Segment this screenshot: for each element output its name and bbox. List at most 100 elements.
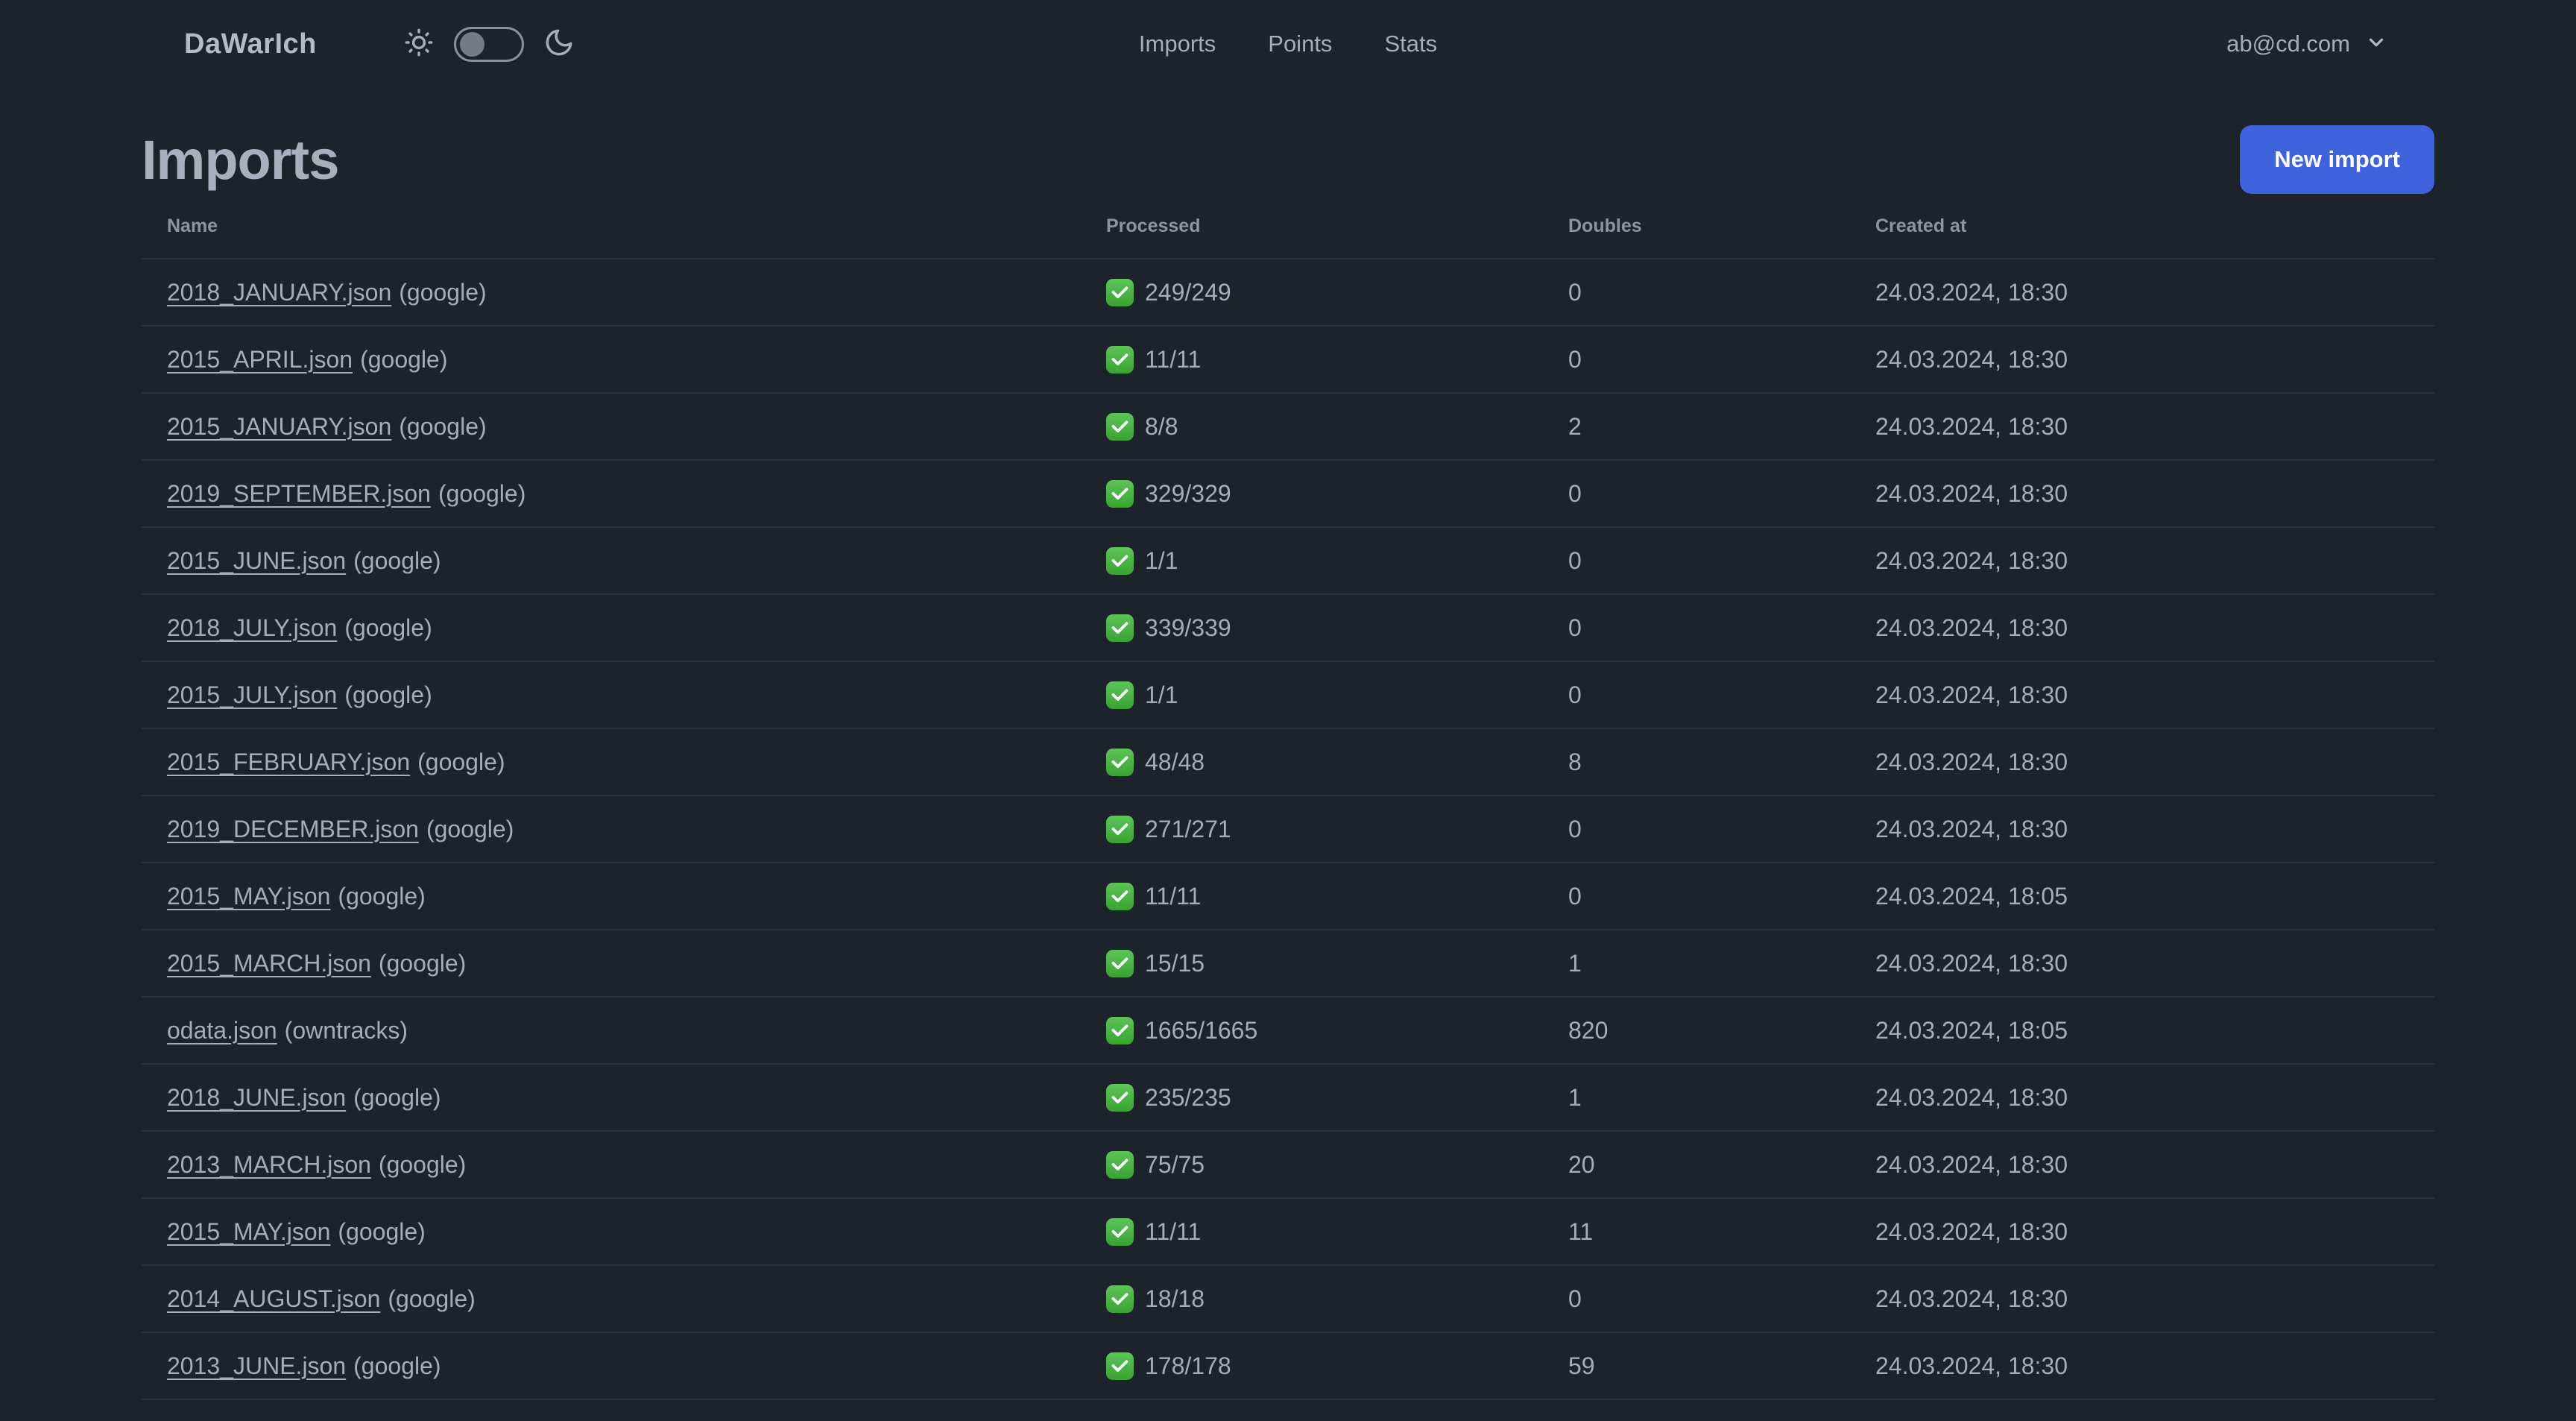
table-row: 2014_AUGUST.json (google) 18/18 0 24.03.2… xyxy=(142,1264,2434,1332)
table-row: odata.json (owntracks) 1665/1665 820 24.0… xyxy=(142,996,2434,1063)
name-cell: 2015_FEBRUARY.json (google) xyxy=(142,749,1081,776)
name-cell: 2015_MARCH.json (google) xyxy=(142,950,1081,977)
import-file-link[interactable]: 2018_JUNE.json xyxy=(167,1084,346,1111)
import-file-link[interactable]: 2015_MAY.json xyxy=(167,883,330,910)
import-file-link[interactable]: 2018_JULY.json xyxy=(167,614,337,641)
processed-count: 271/271 xyxy=(1145,815,1231,842)
name-cell: 2018_JANUARY.json (google) xyxy=(142,279,1081,306)
import-file-link[interactable]: 2013_MARCH.json xyxy=(167,1151,371,1178)
sun-icon xyxy=(403,27,435,62)
import-file-link[interactable]: 2015_FEBRUARY.json xyxy=(167,749,410,775)
doubles-cell: 20 xyxy=(1568,1150,1595,1178)
table-row: 2015_JULY.json (google) 1/1 0 24.03.2024,… xyxy=(142,661,2434,728)
import-file-link[interactable]: odata.json xyxy=(167,1017,277,1044)
table-row: 2018_JUNE.json (google) 235/235 1 24.03.2… xyxy=(142,1063,2434,1130)
page-title: Imports xyxy=(142,128,339,191)
processed-cell: 1665/1665 xyxy=(1081,1016,1543,1045)
created-at-cell: 24.03.2024, 18:30 xyxy=(1875,614,2068,641)
processed-cell xyxy=(1081,1400,1543,1420)
imports-table: Name Processed Doubles Created at 2018_J… xyxy=(142,194,2434,1420)
import-file-link[interactable]: 2015_JUNE.json xyxy=(167,547,346,574)
new-import-button[interactable]: New import xyxy=(2240,125,2434,194)
processed-count: 11/11 xyxy=(1145,1217,1202,1245)
column-header-created-at: Created at xyxy=(1875,215,1967,236)
processed-cell: 329/329 xyxy=(1081,479,1543,508)
doubles-cell: 0 xyxy=(1568,681,1582,708)
table-row: 2013_JUNE.json (google) 178/178 59 24.03.… xyxy=(142,1332,2434,1399)
processed-count: 11/11 xyxy=(1145,345,1202,373)
name-cell: 2015_JUNE.json (google) xyxy=(142,547,1081,575)
theme-toggle[interactable] xyxy=(453,26,524,62)
table-row: 2015_MAY.json (google) 11/11 11 24.03.202… xyxy=(142,1197,2434,1264)
table-row: 2015_JUNE.json (google) 1/1 0 24.03.2024,… xyxy=(142,526,2434,593)
processed-count: 18/18 xyxy=(1145,1285,1205,1312)
import-file-link[interactable]: 2015_JULY.json xyxy=(167,681,337,708)
name-cell: 2019_DECEMBER.json (google) xyxy=(142,816,1081,843)
success-check-icon xyxy=(1106,1217,1134,1246)
doubles-cell: 1 xyxy=(1568,949,1582,977)
name-cell: 2015_JANUARY.json (google) xyxy=(142,413,1081,441)
page-header: Imports New import xyxy=(142,125,2434,194)
processed-cell: 1/1 xyxy=(1081,546,1543,575)
import-file-link[interactable]: 2015_JANUARY.json xyxy=(167,413,391,440)
user-menu[interactable]: ab@cd.com xyxy=(2226,31,2576,57)
processed-count: 15/15 xyxy=(1145,949,1205,977)
import-source: (google) xyxy=(360,345,448,373)
success-check-icon xyxy=(1106,949,1134,977)
processed-count: 339/339 xyxy=(1145,614,1231,641)
processed-cell: 11/11 xyxy=(1081,882,1543,910)
success-check-icon xyxy=(1106,1352,1134,1380)
processed-cell: 1/1 xyxy=(1081,681,1543,709)
nav-link-points[interactable]: Points xyxy=(1268,31,1332,57)
main-nav: Imports Points Stats xyxy=(1139,31,1437,57)
success-check-icon xyxy=(1106,1285,1134,1313)
doubles-cell: 0 xyxy=(1568,278,1582,306)
processed-count: 235/235 xyxy=(1145,1083,1231,1111)
success-check-icon xyxy=(1106,278,1134,306)
import-source: (google) xyxy=(353,1352,441,1379)
import-file-link[interactable]: 2019_DECEMBER.json xyxy=(167,816,419,842)
created-at-cell: 24.03.2024, 18:30 xyxy=(1875,1083,2068,1111)
name-cell: 2018_JULY.json (google) xyxy=(142,614,1081,642)
nav-link-stats[interactable]: Stats xyxy=(1384,31,1437,57)
doubles-cell: 0 xyxy=(1568,614,1582,641)
import-source: (google) xyxy=(399,278,487,306)
import-file-link[interactable]: 2018_JANUARY.json xyxy=(167,279,391,306)
created-at-cell: 24.03.2024, 18:30 xyxy=(1875,546,2068,574)
processed-cell: 75/75 xyxy=(1081,1150,1543,1179)
created-at-cell: 24.03.2024, 18:30 xyxy=(1875,479,2068,507)
user-email: ab@cd.com xyxy=(2226,31,2350,57)
import-file-link[interactable]: 2015_MARCH.json xyxy=(167,950,371,977)
success-check-icon xyxy=(1106,479,1134,508)
name-cell: 2013_JUNE.json (google) xyxy=(142,1352,1081,1380)
import-source: (google) xyxy=(378,1150,467,1178)
app-logo[interactable]: DaWarIch xyxy=(184,28,317,60)
column-header-name: Name xyxy=(167,215,218,236)
import-file-link[interactable]: 2015_MAY.json xyxy=(167,1218,330,1245)
import-file-link[interactable]: 2015_APRIL.json xyxy=(167,346,353,373)
success-check-icon xyxy=(1106,681,1134,709)
table-row-partial xyxy=(142,1399,2434,1420)
created-at-cell: 24.03.2024, 18:30 xyxy=(1875,345,2068,373)
doubles-cell: 59 xyxy=(1568,1352,1595,1379)
import-source: (google) xyxy=(417,748,505,775)
import-file-link[interactable]: 2014_AUGUST.json xyxy=(167,1285,380,1312)
success-check-icon xyxy=(1106,412,1134,441)
doubles-cell: 8 xyxy=(1568,748,1582,775)
processed-count: 329/329 xyxy=(1145,479,1231,507)
chevron-down-icon xyxy=(2365,31,2387,57)
import-file-link[interactable]: 2013_JUNE.json xyxy=(167,1352,346,1379)
processed-count: 249/249 xyxy=(1145,278,1231,306)
nav-link-imports[interactable]: Imports xyxy=(1139,31,1216,57)
table-row: 2015_APRIL.json (google) 11/11 0 24.03.20… xyxy=(142,325,2434,392)
created-at-cell: 24.03.2024, 18:30 xyxy=(1875,1150,2068,1178)
processed-cell: 271/271 xyxy=(1081,815,1543,843)
import-file-link[interactable]: 2019_SEPTEMBER.json xyxy=(167,480,431,507)
processed-cell: 178/178 xyxy=(1081,1352,1543,1380)
import-source: (owntracks) xyxy=(284,1016,408,1044)
processed-cell: 15/15 xyxy=(1081,949,1543,977)
success-check-icon xyxy=(1106,815,1134,843)
table-row: 2019_DECEMBER.json (google) 271/271 0 24.… xyxy=(142,795,2434,862)
processed-cell: 235/235 xyxy=(1081,1083,1543,1112)
created-at-cell: 24.03.2024, 18:30 xyxy=(1875,1217,2068,1245)
